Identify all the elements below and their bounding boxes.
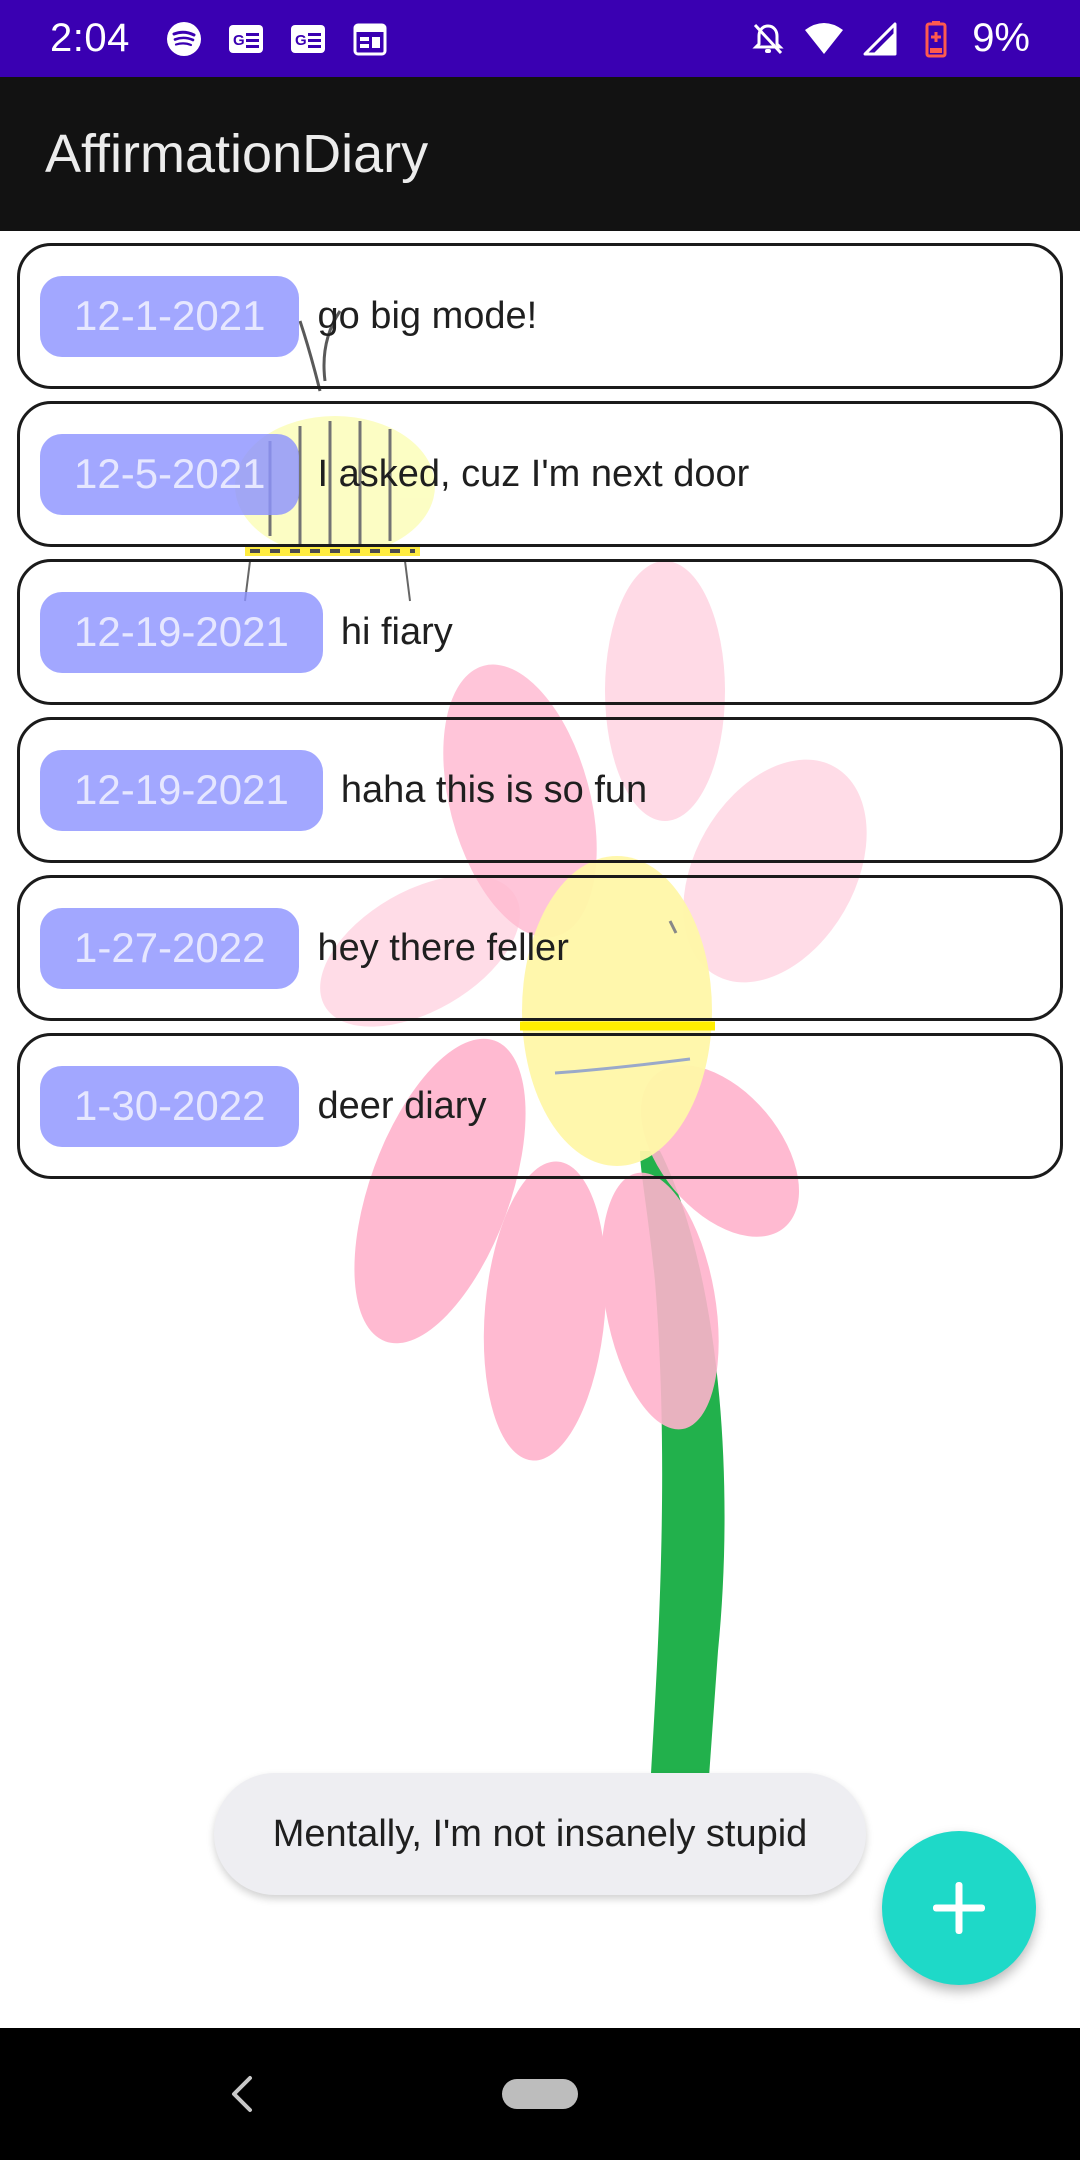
navigation-bar — [0, 2028, 1080, 2160]
calendar-icon — [350, 19, 390, 59]
status-right-icons: 9% — [748, 16, 1030, 61]
svg-text:G: G — [233, 32, 245, 49]
entry-list: 12-1-2021 go big mode! 12-5-2021 I asked… — [17, 243, 1063, 1191]
home-pill[interactable] — [502, 2079, 578, 2109]
entry-date: 1-27-2022 — [40, 907, 300, 989]
diary-entry[interactable]: 12-5-2021 I asked, cuz I'm next door — [17, 401, 1063, 547]
news-icon: G — [288, 19, 328, 59]
diary-content[interactable]: 12-1-2021 go big mode! 12-5-2021 I asked… — [0, 231, 1080, 2028]
status-left-icons: G G — [164, 19, 390, 59]
battery-percent: 9% — [972, 16, 1030, 60]
add-entry-button[interactable] — [882, 1831, 1036, 1985]
entry-text: haha this is so fun — [340, 768, 648, 811]
entry-date: 12-19-2021 — [40, 749, 323, 831]
back-icon[interactable] — [222, 2072, 262, 2116]
toast-text: Mentally, I'm not insanely stupid — [272, 1812, 808, 1855]
svg-text:G: G — [295, 32, 307, 49]
status-time: 2:04 — [50, 16, 130, 60]
diary-entry[interactable]: 12-19-2021 haha this is so fun — [17, 717, 1063, 863]
mute-icon — [748, 19, 788, 59]
app-bar: AffirmationDiary — [0, 77, 1080, 231]
diary-entry[interactable]: 1-27-2022 hey there feller — [17, 875, 1063, 1021]
battery-icon — [916, 19, 956, 59]
app-title: AffirmationDiary — [45, 124, 429, 184]
entry-text: hi fiary — [340, 610, 453, 653]
entry-date: 12-5-2021 — [40, 433, 300, 515]
entry-text: go big mode! — [317, 294, 538, 337]
entry-text: I asked, cuz I'm next door — [317, 452, 750, 495]
entry-date: 1-30-2022 — [40, 1065, 300, 1147]
status-bar: 2:04 G G 9% — [0, 0, 1080, 77]
spotify-icon — [164, 19, 204, 59]
signal-icon — [860, 19, 900, 59]
plus-icon — [933, 1882, 985, 1934]
diary-entry[interactable]: 12-1-2021 go big mode! — [17, 243, 1063, 389]
diary-entry[interactable]: 1-30-2022 deer diary — [17, 1033, 1063, 1179]
news-icon: G — [226, 19, 266, 59]
entry-date: 12-19-2021 — [40, 591, 323, 673]
entry-text: hey there feller — [317, 926, 569, 969]
diary-entry[interactable]: 12-19-2021 hi fiary — [17, 559, 1063, 705]
toast-message: Mentally, I'm not insanely stupid — [214, 1773, 866, 1895]
entry-text: deer diary — [317, 1084, 487, 1127]
wifi-icon — [804, 19, 844, 59]
entry-date: 12-1-2021 — [40, 275, 300, 357]
